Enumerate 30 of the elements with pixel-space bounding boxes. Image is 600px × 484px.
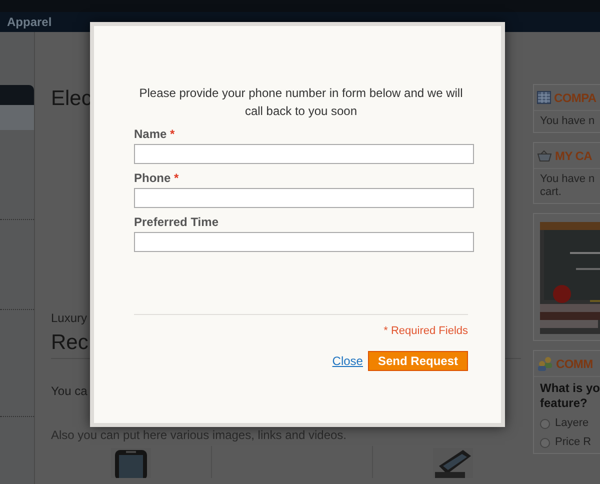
option-label: Price R	[555, 436, 592, 449]
radio-button[interactable]	[540, 438, 550, 448]
box-text: You have n	[540, 173, 596, 186]
table-icon	[537, 91, 551, 104]
box-text: cart.	[540, 186, 562, 199]
send-request-button[interactable]: Send Request	[368, 351, 468, 371]
box-title: COMPA	[554, 90, 596, 104]
dialog-message: Please provide your phone number in form below and we will call back to you soon	[138, 85, 464, 120]
poll-question: feature?	[540, 396, 588, 411]
input-field[interactable]	[134, 232, 474, 252]
input-field[interactable]	[134, 144, 474, 164]
field-label: Phone *	[134, 171, 179, 185]
body-text: You ca	[51, 384, 88, 398]
box-title: MY CA	[555, 148, 592, 162]
close-link[interactable]: Close	[332, 354, 363, 368]
section-heading: Rec	[51, 331, 88, 355]
box-text: You have n	[540, 115, 596, 128]
box-title: COMM	[556, 356, 593, 370]
required-note: * Required Fields	[384, 325, 468, 337]
field-label: Name *	[134, 127, 175, 141]
poll-question: What is yo	[540, 381, 600, 396]
nav-item[interactable]: Apparel	[7, 15, 52, 29]
basket-icon	[537, 150, 552, 162]
field-label: Preferred Time	[134, 215, 218, 229]
page-heading: Elec	[51, 87, 92, 111]
body-text: Luxury	[51, 311, 88, 325]
option-label: Layere	[555, 417, 589, 430]
radio-button[interactable]	[540, 418, 550, 428]
input-field[interactable]	[134, 188, 474, 208]
people-icon	[537, 356, 553, 371]
